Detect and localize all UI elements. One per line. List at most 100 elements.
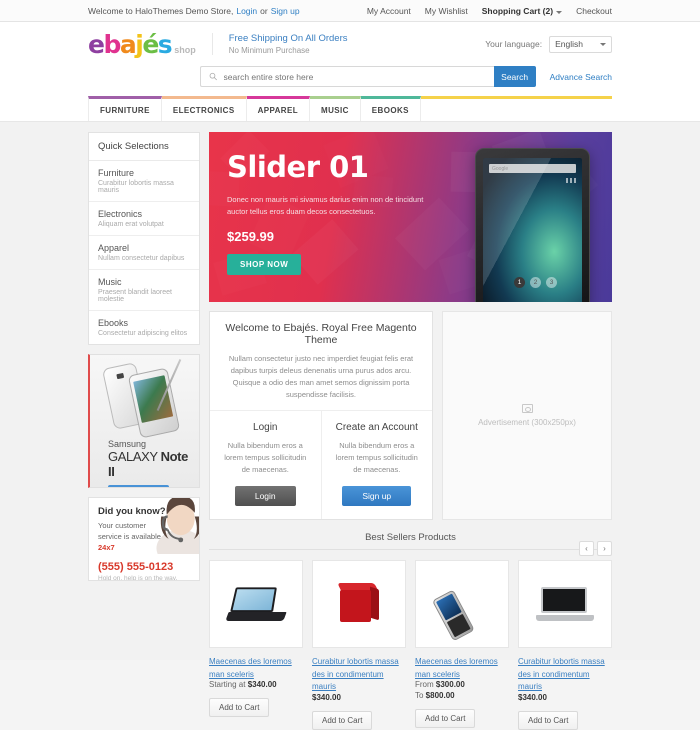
slider-shop-now-button[interactable]: SHOP NOW — [227, 254, 302, 276]
carousel-prev-button[interactable]: ‹ — [579, 541, 594, 556]
dark-laptop-image — [225, 587, 287, 621]
add-to-cart-button[interactable]: Add to Cart — [415, 709, 476, 729]
advertisement-placeholder[interactable]: Advertisement (300x250px) — [442, 311, 612, 520]
samsung-shop-now-button[interactable]: Shop Now — [108, 485, 170, 487]
language-select[interactable]: English — [549, 35, 612, 53]
sidebar-item-apparel[interactable]: Apparel Nullam consectetur dapibus — [89, 236, 199, 270]
nav-item-ebooks[interactable]: EBOOKS — [360, 96, 421, 121]
product-image-frame[interactable] — [415, 560, 509, 648]
site-logo[interactable]: ebajés shop — [88, 30, 196, 59]
slider-dot-3[interactable]: 3 — [546, 277, 557, 288]
add-to-cart-button[interactable]: Add to Cart — [312, 710, 373, 730]
phone-screen — [133, 375, 174, 423]
shipping-title: Free Shipping On All Orders — [228, 33, 348, 44]
slider-dot-2[interactable]: 2 — [530, 277, 541, 288]
slider-dot-1[interactable]: 1 — [514, 277, 525, 288]
sidebar-item-sublabel: Curabitur lobortis massa mauris — [98, 180, 174, 194]
search-input[interactable] — [223, 71, 486, 82]
logo-letter: j — [135, 29, 144, 59]
cell-phone-image — [431, 577, 492, 642]
logo-letter: a — [119, 29, 137, 59]
language-selector-group: Your language: English — [485, 35, 612, 53]
welcome-panel: Welcome to Ebajés. Royal Free Magento Th… — [209, 311, 433, 520]
product-name-link[interactable]: Maecenas des loremos man sceleris — [415, 657, 498, 679]
search-field-wrapper[interactable] — [200, 66, 494, 87]
welcome-and-ad-row: Welcome to Ebajés. Royal Free Magento Th… — [209, 311, 612, 520]
best-sellers-header: Best Sellers Products ‹ › — [209, 532, 612, 556]
nav-item-furniture[interactable]: FURNITURE — [88, 96, 162, 121]
add-to-cart-button[interactable]: Add to Cart — [209, 698, 270, 718]
product-list: Maecenas des loremos man sceleris Startin… — [209, 560, 612, 730]
my-wishlist-link[interactable]: My Wishlist — [425, 6, 468, 16]
slider-description: Donec non mauris mi sivamus darius enim … — [227, 195, 424, 216]
quick-selections-title: Quick Selections — [89, 133, 199, 161]
product-image-frame[interactable] — [518, 560, 612, 648]
shipping-promo: Free Shipping On All Orders No Minimum P… — [211, 33, 348, 55]
advanced-search-link[interactable]: Advance Search — [550, 72, 612, 82]
login-link[interactable]: Login — [236, 6, 257, 16]
content-area: Quick Selections Furniture Curabitur lobo… — [0, 122, 700, 730]
main-column: Google Slider 01 Donec non mauris mi siv… — [209, 132, 612, 730]
create-account-title: Create an Account — [335, 422, 418, 433]
signup-link[interactable]: Sign up — [271, 6, 300, 16]
product-name-link[interactable]: Curabitur lobortis massa des in condimen… — [312, 657, 399, 691]
did-you-know-panel: Did you know? Your customer service is a… — [88, 497, 200, 581]
support-phone-number: (555) 555-0123 — [98, 560, 174, 573]
login-column-text: Nulla bibendum eros a lorem tempus solli… — [224, 441, 307, 474]
samsung-model: GALAXY Note II — [108, 449, 193, 479]
camera-icon — [116, 372, 125, 380]
signup-button[interactable]: Sign up — [342, 486, 412, 506]
top-bar-left: Welcome to HaloThemes Demo Store, Login … — [88, 6, 300, 16]
search-row: Search Advance Search — [0, 66, 700, 96]
logo-suffix: shop — [174, 44, 196, 55]
product-card: Maecenas des loremos man sceleris Startin… — [209, 560, 303, 730]
advertisement-label: Advertisement (300x250px) — [478, 418, 576, 427]
top-bar-right: My Account My Wishlist Shopping Cart (2)… — [367, 6, 612, 16]
sidebar-item-label: Music — [98, 277, 122, 287]
product-price-secondary: To $800.00 — [415, 691, 509, 700]
shopping-cart-label: Shopping Cart (2) — [481, 5, 554, 16]
welcome-title: Welcome to Ebajés. Royal Free Magento Th… — [225, 322, 417, 346]
sidebar-item-music[interactable]: Music Praesent blandit laoreet molestie — [89, 270, 199, 311]
price-value: $340.00 — [518, 692, 547, 702]
silver-laptop-image — [536, 587, 594, 621]
logo-letter: e — [88, 29, 105, 59]
product-image-frame[interactable] — [312, 560, 406, 648]
sidebar-item-ebooks[interactable]: Ebooks Consectetur adipiscing elitos — [89, 311, 199, 344]
availability-highlight: 24x7 — [98, 542, 115, 552]
search-button[interactable]: Search — [493, 66, 536, 87]
login-column: Login Nulla bibendum eros a lorem tempus… — [210, 411, 321, 519]
slider-pagination: 123 — [514, 277, 557, 288]
product-price: $340.00 — [312, 693, 406, 702]
top-bar: Welcome to HaloThemes Demo Store, Login … — [0, 0, 700, 22]
samsung-model-light: GALAXY — [108, 449, 161, 464]
login-button[interactable]: Login — [234, 486, 296, 506]
chevron-down-icon — [556, 10, 563, 14]
product-name-link[interactable]: Maecenas des loremos man sceleris — [209, 657, 292, 679]
slider-content: Slider 01 Donec non mauris mi sivamus da… — [227, 150, 427, 276]
search-icon — [209, 72, 217, 81]
price-value-2: $800.00 — [425, 691, 455, 701]
product-card: Curabitur lobortis massa des in condimen… — [312, 560, 406, 730]
price-value: $340.00 — [312, 692, 341, 702]
nav-item-apparel[interactable]: APPAREL — [246, 96, 311, 121]
shopping-cart-menu[interactable]: Shopping Cart (2) — [481, 5, 563, 16]
welcome-message: Welcome to HaloThemes Demo Store, — [88, 5, 234, 16]
did-you-know-text-part: Your customer service is available — [98, 521, 161, 541]
product-price: From $300.00 — [415, 680, 509, 689]
chevron-down-icon — [600, 42, 606, 46]
sidebar-item-sublabel: Praesent blandit laoreet molestie — [98, 289, 172, 303]
nav-item-electronics[interactable]: ELECTRONICS — [161, 96, 247, 121]
sidebar-item-furniture[interactable]: Furniture Curabitur lobortis massa mauris — [89, 161, 199, 202]
create-account-column: Create an Account Nulla bibendum eros a … — [320, 411, 433, 519]
price-prefix: From — [415, 680, 436, 690]
product-name-link[interactable]: Curabitur lobortis massa des in condimen… — [518, 657, 605, 691]
carousel-next-button[interactable]: › — [597, 541, 612, 556]
checkout-link[interactable]: Checkout — [576, 6, 612, 16]
samsung-promo-banner[interactable]: Samsung GALAXY Note II Shop Now — [88, 354, 200, 488]
my-account-link[interactable]: My Account — [367, 6, 411, 16]
sidebar-item-electronics[interactable]: Electronics Aliquam erat volutpat — [89, 202, 199, 236]
product-image-frame[interactable] — [209, 560, 303, 648]
add-to-cart-button[interactable]: Add to Cart — [518, 710, 579, 730]
nav-item-music[interactable]: MUSIC — [310, 96, 361, 121]
